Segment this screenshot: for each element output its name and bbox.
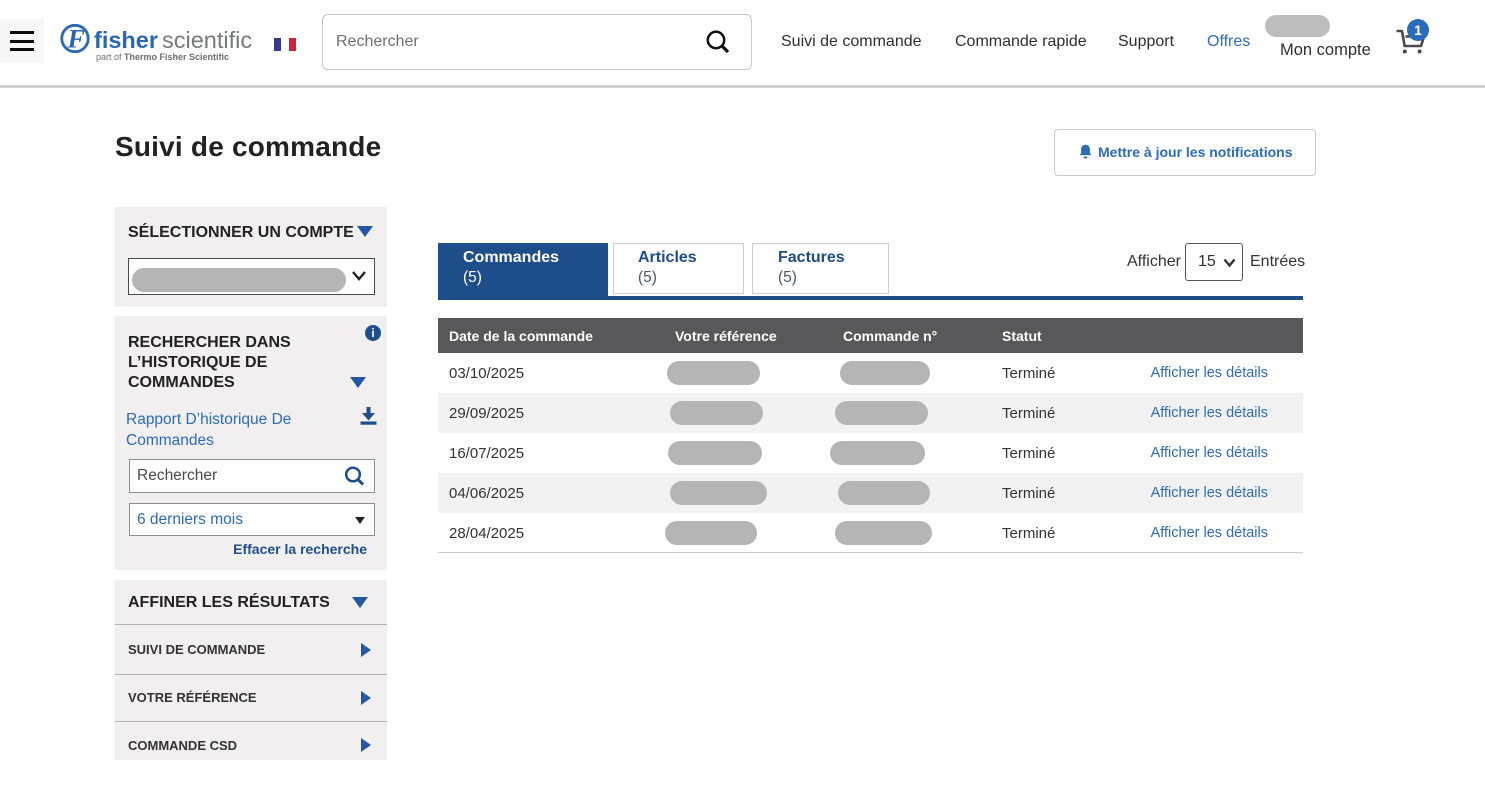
svg-text:F: F [67,25,85,54]
svg-text:fisher: fisher [94,27,158,53]
svg-text:scientific: scientific [162,27,252,53]
svg-text:part of Thermo Fisher Scientif: part of Thermo Fisher Scientific [96,52,229,62]
